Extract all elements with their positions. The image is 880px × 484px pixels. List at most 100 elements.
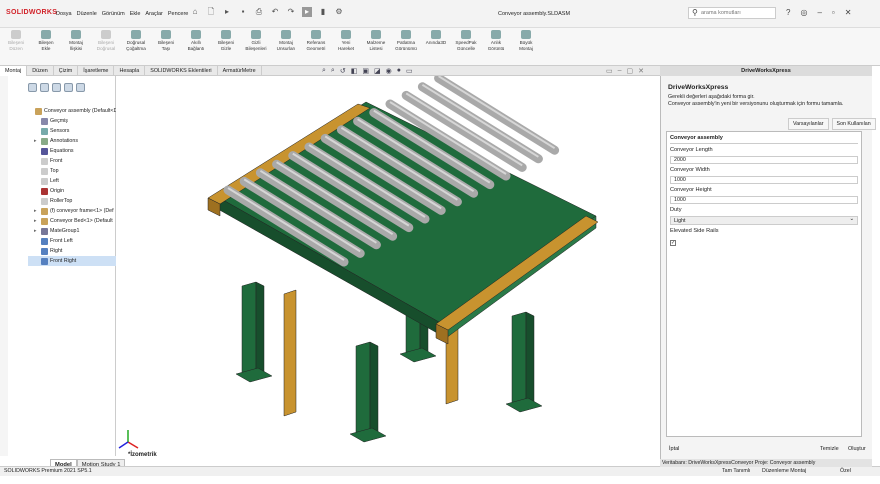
dimxpert-tab-icon[interactable] bbox=[64, 83, 73, 92]
tree-item[interactable]: ▸ (f) conveyor frame<1> (Def bbox=[28, 206, 117, 216]
ribbon-button[interactable]: Referans Geometri bbox=[302, 30, 330, 52]
field-input[interactable]: 1000 bbox=[670, 176, 858, 184]
ribbon-button[interactable]: Anında3D bbox=[422, 30, 450, 52]
property-tab-icon[interactable] bbox=[40, 83, 49, 92]
tree-item[interactable]: Right bbox=[28, 246, 117, 256]
user-icon[interactable]: ◎ bbox=[800, 8, 807, 17]
home-icon[interactable]: ⌂ bbox=[190, 7, 200, 17]
command-tab[interactable]: ArmatürMetre bbox=[218, 66, 262, 76]
help-icon[interactable]: ? bbox=[786, 8, 790, 17]
conveyor-model[interactable] bbox=[116, 73, 660, 456]
section-view-icon[interactable]: ◧ bbox=[351, 67, 358, 75]
search-input[interactable]: arama komutları bbox=[688, 7, 776, 19]
tree-item[interactable]: Top bbox=[28, 166, 117, 176]
expand-arrow-icon[interactable]: ▸ bbox=[34, 136, 39, 146]
tree-item[interactable]: Conveyor assembly (Default<D bbox=[28, 106, 117, 116]
tree-item[interactable]: Left bbox=[28, 176, 117, 186]
ribbon-button[interactable]: Bileşeni Gizle bbox=[212, 30, 240, 52]
window-close-icon[interactable]: ✕ bbox=[638, 67, 644, 75]
tree-item[interactable]: Geçmiş bbox=[28, 116, 117, 126]
rebuild-icon[interactable]: ▮ bbox=[318, 7, 328, 17]
previous-view-icon[interactable]: ↺ bbox=[340, 67, 346, 75]
command-tab[interactable]: Düzen bbox=[27, 66, 54, 76]
command-tab[interactable]: Hesapla bbox=[114, 66, 146, 76]
expand-arrow-icon[interactable]: ▸ bbox=[34, 206, 39, 216]
zoom-area-icon[interactable]: ⌕ bbox=[331, 67, 335, 75]
menu-item[interactable]: Ekle bbox=[130, 11, 141, 17]
frame-leg-side[interactable] bbox=[255, 281, 265, 377]
status-custom[interactable]: Özel bbox=[840, 467, 851, 476]
frame-leg-side[interactable] bbox=[369, 341, 379, 437]
field-input[interactable]: 2000 bbox=[670, 156, 858, 164]
ribbon-button[interactable]: Montaj İlişkisi bbox=[62, 30, 90, 52]
close-icon[interactable]: ✕ bbox=[845, 8, 852, 17]
leg-foot-plate[interactable] bbox=[505, 397, 543, 413]
appearance-icon[interactable]: ● bbox=[397, 67, 401, 75]
graphics-area[interactable] bbox=[116, 73, 660, 456]
window-min-icon[interactable]: – bbox=[618, 67, 622, 75]
solidworks-logo[interactable]: SOLIDWORKS bbox=[6, 9, 57, 16]
new-document-icon[interactable]: 🗋 bbox=[206, 7, 216, 17]
redo-icon[interactable]: ↷ bbox=[286, 7, 296, 17]
feature-tree-tab-icon[interactable] bbox=[28, 83, 37, 92]
ribbon-button[interactable]: Büyük Montaj bbox=[512, 30, 540, 52]
elevated-rails-checkbox[interactable]: ✓ bbox=[670, 240, 676, 246]
expand-arrow-icon[interactable]: ▸ bbox=[34, 226, 39, 236]
clear-button[interactable]: Temizle bbox=[820, 446, 839, 452]
menu-item[interactable]: Araçlar bbox=[145, 11, 162, 17]
ribbon-button[interactable]: Montaj Unsurları bbox=[272, 30, 300, 52]
command-tab[interactable]: İşaretleme bbox=[78, 66, 115, 76]
duty-dropdown[interactable]: Light bbox=[670, 215, 858, 225]
expand-arrow-icon[interactable]: ▸ bbox=[34, 216, 39, 226]
menu-item[interactable]: Dosya bbox=[56, 11, 72, 17]
display-tab-icon[interactable] bbox=[76, 83, 85, 92]
cancel-button[interactable]: İptal bbox=[669, 446, 679, 452]
tree-item[interactable]: RollerTop bbox=[28, 196, 117, 206]
ribbon-button[interactable]: Patlatma Görünümü bbox=[392, 30, 420, 52]
options-icon[interactable]: ⚙ bbox=[334, 7, 344, 17]
tree-item[interactable]: Equations bbox=[28, 146, 117, 156]
select-icon[interactable]: ▸ bbox=[302, 7, 312, 17]
leg-foot-plate[interactable] bbox=[235, 367, 273, 383]
gold-stand[interactable] bbox=[283, 289, 297, 417]
tree-item[interactable]: ▸ Annotations bbox=[28, 136, 117, 146]
tree-item[interactable]: ▸ Conveyor Bed<1> (Default bbox=[28, 216, 117, 226]
hide-show-icon[interactable]: ◉ bbox=[386, 67, 392, 75]
frame-leg[interactable] bbox=[355, 341, 371, 437]
frame-leg-side[interactable] bbox=[525, 311, 535, 407]
ribbon-button[interactable]: SpeedPak Güncelle bbox=[452, 30, 480, 52]
ribbon-button[interactable]: Gizli Bileşenleri bbox=[242, 30, 270, 52]
last-used-button[interactable]: Son Kullanılan bbox=[831, 118, 876, 130]
command-tab[interactable]: Çizim bbox=[54, 66, 79, 76]
print-icon[interactable]: ⎙ bbox=[254, 7, 264, 17]
ribbon-button[interactable]: Malzeme Listesi bbox=[362, 30, 390, 52]
tree-item[interactable]: ▸ MateGroup1 bbox=[28, 226, 117, 236]
open-icon[interactable]: ▸ bbox=[222, 7, 232, 17]
ribbon-button[interactable]: Yeni Hareket bbox=[332, 30, 360, 52]
window-max-icon[interactable]: ▢ bbox=[627, 67, 634, 75]
menu-item[interactable]: Görünüm bbox=[102, 11, 125, 17]
leg-foot-plate[interactable] bbox=[399, 347, 437, 363]
create-button[interactable]: Oluştur bbox=[848, 446, 866, 452]
menu-item[interactable]: Pencere bbox=[168, 11, 189, 17]
view-orientation-icon[interactable]: ▣ bbox=[362, 67, 369, 75]
zoom-fit-icon[interactable]: ⌕ bbox=[322, 67, 326, 75]
ribbon-button[interactable]: Doğrusal Çoğaltma bbox=[122, 30, 150, 52]
configuration-tab-icon[interactable] bbox=[52, 83, 61, 92]
frame-leg[interactable] bbox=[511, 311, 527, 407]
ribbon-button[interactable]: Bileşeni Taşı bbox=[152, 30, 180, 52]
ribbon-button[interactable]: Bileşeni Doğrusal bbox=[92, 30, 120, 52]
window-restore-icon[interactable]: ▭ bbox=[606, 67, 613, 75]
ribbon-button[interactable]: Bileşeni Düzen bbox=[2, 30, 30, 52]
save-icon[interactable]: ▪ bbox=[238, 7, 248, 17]
ribbon-button[interactable]: Anlık Görüntü bbox=[482, 30, 510, 52]
ribbon-button[interactable]: Bileşen Ekle bbox=[32, 30, 60, 52]
undo-icon[interactable]: ↶ bbox=[270, 7, 280, 17]
display-style-icon[interactable]: ◪ bbox=[374, 67, 381, 75]
tree-item[interactable]: Front Left bbox=[28, 236, 117, 246]
restore-icon[interactable]: ▫ bbox=[832, 8, 835, 17]
leg-foot-plate[interactable] bbox=[349, 427, 387, 443]
tree-item[interactable]: Front Right bbox=[28, 256, 118, 266]
minimize-icon[interactable]: – bbox=[817, 8, 821, 17]
field-input[interactable]: 1000 bbox=[670, 196, 858, 204]
